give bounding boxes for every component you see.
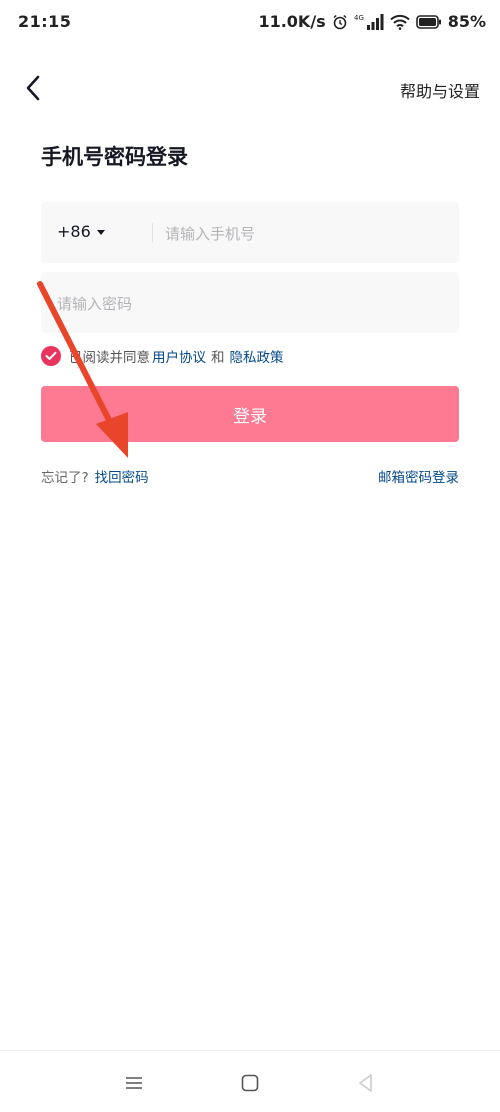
home-square-icon [241,1074,259,1092]
agreement-row: 已阅读并同意 用户协议 和 隐私政策 [41,344,286,368]
back-triangle-icon [359,1074,372,1092]
phone-input[interactable] [163,218,447,250]
nav-home-button[interactable] [236,1071,264,1095]
password-field [41,272,459,333]
check-icon [45,351,57,360]
caret-down-icon [96,229,105,235]
help-settings-link[interactable]: 帮助与设置 [400,78,480,102]
top-bar: 帮助与设置 [0,64,500,112]
network-type-label: 4G [354,14,364,22]
forgot-password-row: 忘记了? 找回密码 [41,466,149,486]
agreement-prefix: 已阅读并同意 [69,350,150,366]
forgot-prefix: 忘记了? [41,470,89,486]
alarm-icon [332,14,348,30]
net-speed: 11.0K/s [258,12,326,31]
phone-field: +86 [41,202,459,263]
password-input[interactable] [55,288,449,320]
system-nav-bar [0,1050,500,1112]
back-button[interactable] [18,72,48,104]
field-divider [152,223,153,242]
status-time: 21:15 [18,12,72,31]
agreement-and: 和 [211,350,225,366]
user-agreement-link[interactable]: 用户协议 [152,346,206,366]
wifi-icon [390,14,410,30]
agreement-checkbox[interactable] [41,346,61,366]
email-login-link[interactable]: 邮箱密码登录 [378,466,459,486]
signal-icon: 4G [354,13,384,31]
recover-password-link[interactable]: 找回密码 [95,466,149,486]
battery-percent: 85% [447,12,486,31]
login-button[interactable]: 登录 [41,386,459,442]
country-code-label: +86 [57,222,91,241]
menu-icon [126,1077,142,1089]
status-right-group: 11.0K/s 4G 85% [258,12,486,31]
page-title: 手机号密码登录 [41,145,188,169]
privacy-policy-link[interactable]: 隐私政策 [230,346,284,366]
country-code-selector[interactable]: +86 [57,222,105,241]
status-bar: 21:15 11.0K/s 4G 85% [0,0,500,46]
nav-back-button[interactable] [352,1071,380,1095]
chevron-left-icon [26,75,40,101]
nav-menu-button[interactable] [120,1071,148,1095]
battery-icon [415,14,442,29]
